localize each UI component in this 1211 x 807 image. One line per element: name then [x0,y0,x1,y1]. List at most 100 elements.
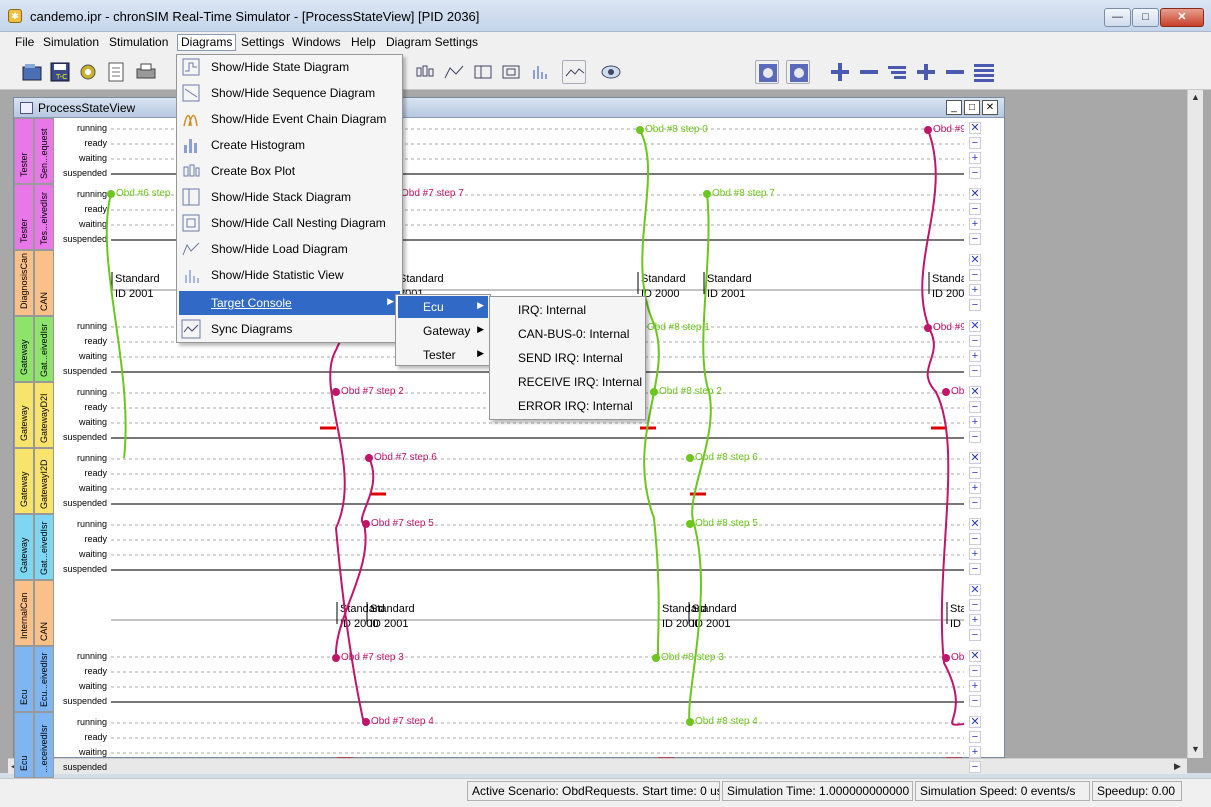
lane-collapse-button[interactable]: − [969,137,981,149]
menu-create-box-plot[interactable]: Create Box Plot [179,159,400,183]
lane-remove-button[interactable]: ✕ [969,254,981,266]
lane-remove-button[interactable]: ✕ [969,518,981,530]
close-button[interactable]: ✕ [1160,8,1204,27]
menu-ecu[interactable]: Ecu ▶ [398,296,488,318]
menu-diagram-settings[interactable]: Diagram Settings [383,35,481,52]
lane-collapse-button[interactable]: − [969,269,981,281]
lane-collapse-button[interactable]: − [969,599,981,611]
menu-windows[interactable]: Windows [289,35,344,52]
scroll-right-icon[interactable]: ▶ [1174,761,1181,772]
lane-collapse-button[interactable]: − [969,695,981,707]
lane-expand-button[interactable]: + [969,416,981,428]
menu-file[interactable]: File [12,35,37,52]
save-project-icon[interactable]: T-C [48,60,72,84]
lane-collapse-button[interactable]: − [969,497,981,509]
maximize-button[interactable]: □ [1132,8,1159,27]
lane-remove-button[interactable]: ✕ [969,386,981,398]
lane-collapse-button[interactable]: − [969,203,981,215]
lane-remove-button[interactable]: ✕ [969,320,981,332]
lane-collapse-button[interactable]: − [969,665,981,677]
box-plot-icon[interactable] [413,60,437,84]
fit-icon[interactable] [885,60,909,84]
load-diagram-icon[interactable] [442,60,466,84]
menu-show-hide-sequence-diagram[interactable]: Show/Hide Sequence Diagram [179,81,400,105]
lane-expand-button[interactable]: + [969,746,981,758]
inner-maximize-button[interactable]: □ [964,100,980,115]
menu-error-irq-internal[interactable]: ERROR IRQ: Internal [492,394,643,418]
print-icon[interactable] [134,60,158,84]
scroll-down-icon[interactable]: ▼ [1191,744,1200,754]
lane-expand-button[interactable]: + [969,218,981,230]
minimize-button[interactable]: — [1104,8,1131,27]
menu-create-histogram[interactable]: Create Histogram [179,133,400,157]
lane-collapse-button[interactable]: − [969,431,981,443]
menu-show-hide-event-chain-diagram[interactable]: Show/Hide Event Chain Diagram [179,107,400,131]
menu-help[interactable]: Help [348,35,379,52]
lane-remove-button[interactable]: ✕ [969,650,981,662]
lane-collapse-button[interactable]: − [969,533,981,545]
zoom-in-icon[interactable] [828,60,852,84]
menu-sync-diagrams[interactable]: Sync Diagrams [179,317,400,341]
menu-show-hide-statistic-view[interactable]: Show/Hide Statistic View [179,263,400,287]
lane-remove-button[interactable]: ✕ [969,188,981,200]
remove-icon[interactable] [943,60,967,84]
document-icon[interactable] [104,60,128,84]
lane-expand-button[interactable]: + [969,614,981,626]
menu-show-hide-stack-diagram[interactable]: Show/Hide Stack Diagram [179,185,400,209]
lane-collapse-button[interactable]: − [969,299,981,311]
lane-collapse-button[interactable]: − [969,731,981,743]
lane-collapse-button[interactable]: − [969,335,981,347]
lane-expand-button[interactable]: + [969,680,981,692]
lane-collapse-button[interactable]: − [969,467,981,479]
lane-expand-button[interactable]: + [969,548,981,560]
menu-receive-irq-internal[interactable]: RECEIVE IRQ: Internal [492,370,643,394]
zoom-out-icon[interactable] [857,60,881,84]
menu-settings[interactable]: Settings [238,35,287,52]
layout-save-icon[interactable] [786,60,810,84]
bus-frame-id: ID 2000 [932,288,964,300]
lane-expand-button[interactable]: + [969,482,981,494]
view-icon[interactable] [599,60,623,84]
bus-frame-type: Standard [399,273,444,285]
menu-stimulation[interactable]: Stimulation [106,35,171,52]
lane-remove-button[interactable]: ✕ [969,584,981,596]
lane-expand-button[interactable]: + [969,284,981,296]
menu-show-hide-call-nesting-diagram[interactable]: Show/Hide Call Nesting Diagram [179,211,400,235]
lane-remove-button[interactable]: ✕ [969,122,981,134]
menu-diagrams[interactable]: Diagrams [177,34,237,51]
menu-show-hide-state-diagram[interactable]: Show/Hide State Diagram [179,55,400,79]
menu-gateway[interactable]: Gateway ▶ [398,320,488,342]
menu-can-bus-0-internal[interactable]: CAN-BUS-0: Internal [492,322,643,346]
lane-expand-button[interactable]: + [969,152,981,164]
lane-expand-button[interactable]: + [969,350,981,362]
stack-diagram-icon[interactable] [471,60,495,84]
menu-show-hide-load-diagram[interactable]: Show/Hide Load Diagram [179,237,400,261]
sync-diagrams-icon[interactable] [562,60,586,84]
lane-remove-button[interactable]: ✕ [969,452,981,464]
menu-irq-internal[interactable]: IRQ: Internal [492,298,643,322]
vertical-scrollbar[interactable]: ▲ ▼ [1187,90,1203,758]
inner-close-button[interactable]: ✕ [982,100,998,115]
lane-collapse-button[interactable]: − [969,629,981,641]
menu-tester[interactable]: Tester ▶ [398,344,488,366]
build-icon[interactable] [76,60,100,84]
lane-collapse-button[interactable]: − [969,761,981,773]
call-nesting-icon[interactable] [499,60,523,84]
menu-simulation[interactable]: Simulation [40,35,102,52]
lane-collapse-button[interactable]: − [969,401,981,413]
menu-target-console[interactable]: Target Console ▶ [179,291,400,315]
layout-settings-icon[interactable] [755,60,779,84]
scroll-up-icon[interactable]: ▲ [1191,92,1200,102]
add-icon[interactable] [914,60,938,84]
menu-send-irq-internal[interactable]: SEND IRQ: Internal [492,346,643,370]
statistic-view-icon[interactable] [528,60,552,84]
inner-minimize-button[interactable]: _ [946,100,962,115]
lane-collapse-button[interactable]: − [969,233,981,245]
lanes-icon[interactable] [972,60,996,84]
open-project-icon[interactable] [20,60,44,84]
horizontal-scrollbar[interactable]: ◀ ▶ [8,758,1187,774]
lane-collapse-button[interactable]: − [969,563,981,575]
lane-remove-button[interactable]: ✕ [969,716,981,728]
lane-collapse-button[interactable]: − [969,365,981,377]
lane-collapse-button[interactable]: − [969,167,981,179]
